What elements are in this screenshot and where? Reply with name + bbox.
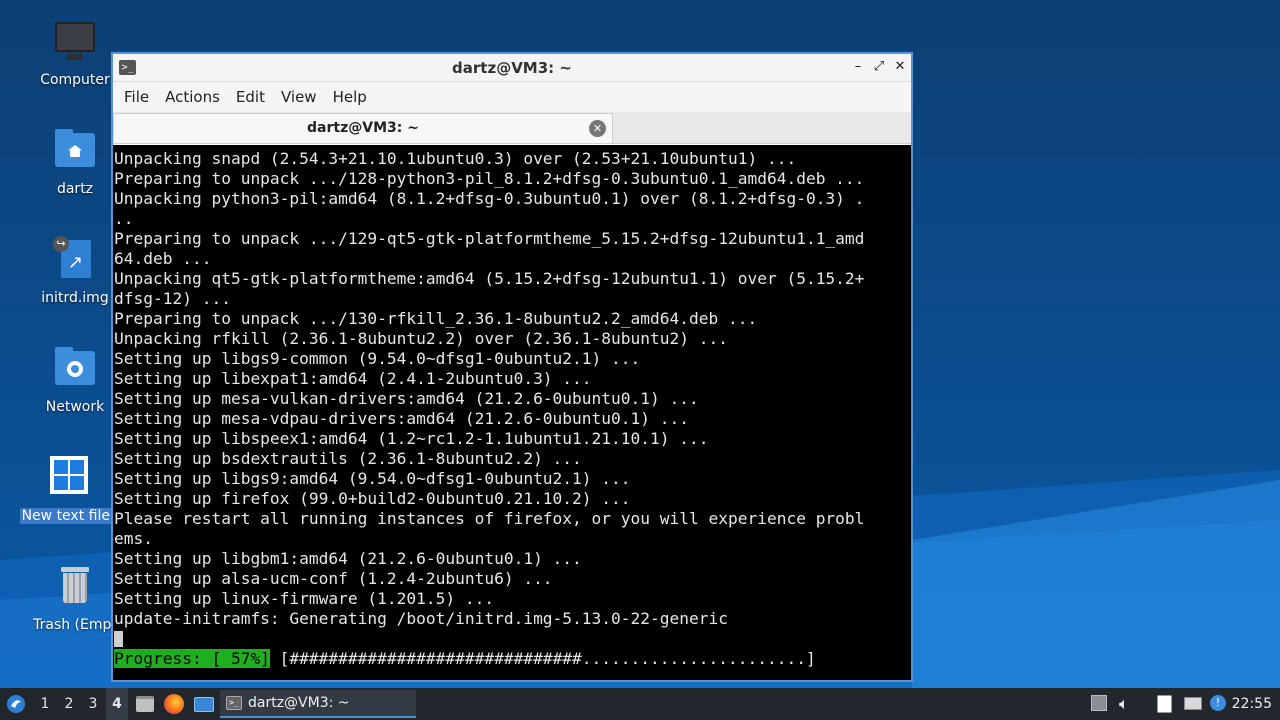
cursor-line [114, 629, 911, 649]
tab-bar: dartz@VM3: ~ ✕ [113, 112, 911, 144]
computer-icon [51, 18, 99, 66]
tab-terminal[interactable]: dartz@VM3: ~ ✕ [113, 113, 613, 143]
progress-bar: [##############################.........… [269, 649, 816, 668]
terminal-line: Setting up mesa-vdpau-drivers:amd64 (21.… [114, 409, 689, 428]
maximize-button[interactable]: ⤢ [870, 58, 888, 76]
menu-help[interactable]: Help [325, 82, 375, 112]
home-folder-icon [51, 127, 99, 175]
clock[interactable]: 22:55 [1232, 688, 1272, 720]
windows-logo-icon [44, 454, 92, 502]
progress-label: Progress: [ 57%] [114, 649, 270, 668]
taskbar: 1 2 3 4 >_ dartz@VM3: ~ 🔈︎ ! 22:55 [0, 688, 1280, 720]
terminal-line: Setting up linux-firmware (1.201.5) ... [114, 589, 495, 608]
close-button[interactable]: ✕ [891, 58, 909, 76]
terminal-window[interactable]: >_ dartz@VM3: ~ – ⤢ ✕ File Actions Edit … [111, 52, 913, 682]
show-desktop-button[interactable] [192, 688, 216, 720]
desktop-icon-label: New text file. [19, 508, 117, 524]
workspace-3[interactable]: 3 [82, 688, 104, 720]
terminal-line: dfsg-12) ... [114, 289, 231, 308]
taskbar-task-terminal[interactable]: >_ dartz@VM3: ~ [220, 690, 416, 718]
terminal-line: Setting up alsa-ucm-conf (1.2.4-2ubuntu6… [114, 569, 553, 588]
tab-label: dartz@VM3: ~ [307, 120, 419, 136]
menu-bar: File Actions Edit View Help [113, 82, 911, 112]
menu-file[interactable]: File [116, 82, 157, 112]
terminal-line: Unpacking rfkill (2.36.1-8ubuntu2.2) ove… [114, 329, 728, 348]
menu-actions[interactable]: Actions [157, 82, 228, 112]
tab-close-icon[interactable]: ✕ [589, 120, 606, 137]
workspace-4[interactable]: 4 [106, 688, 128, 720]
terminal-line: update-initramfs: Generating /boot/initr… [114, 609, 728, 628]
progress-line: Progress: [ 57%] [######################… [114, 649, 911, 669]
terminal-line: Unpacking snapd (2.54.3+21.10.1ubuntu0.3… [114, 149, 797, 168]
firefox-launcher[interactable] [162, 688, 186, 720]
trash-icon [51, 563, 99, 611]
terminal-icon: >_ [226, 696, 242, 710]
terminal-line: Preparing to unpack .../130-rfkill_2.36.… [114, 309, 758, 328]
file-manager-icon [136, 696, 154, 712]
terminal-line: .. [114, 209, 134, 228]
terminal-output[interactable]: Unpacking snapd (2.54.3+21.10.1ubuntu0.3… [113, 145, 911, 680]
desktop-icon-new-text-file[interactable]: New text file. [14, 454, 122, 528]
terminal-line: Setting up firefox (99.0+build2-0ubuntu0… [114, 489, 631, 508]
terminal-line: Setting up bsdextrautils (2.36.1-8ubuntu… [114, 449, 582, 468]
terminal-line: Setting up mesa-vulkan-drivers:amd64 (21… [114, 389, 699, 408]
volume-icon[interactable]: 🔈︎ [1119, 695, 1137, 713]
terminal-line: Setting up libspeex1:amd64 (1.2~rc1.2-1.… [114, 429, 709, 448]
terminal-line: Setting up libgbm1:amd64 (21.2.6-0ubuntu… [114, 549, 582, 568]
text-cursor [114, 631, 123, 647]
terminal-line: 64.deb ... [114, 249, 212, 268]
tray-toggle-icon[interactable] [1091, 695, 1109, 713]
terminal-line: Setting up libexpat1:amd64 (2.4.1-2ubunt… [114, 369, 592, 388]
updates-icon[interactable]: ! [1210, 695, 1228, 713]
firefox-icon [164, 694, 184, 714]
network-folder-icon [51, 345, 99, 393]
start-menu-icon [7, 695, 25, 713]
terminal-line: Unpacking qt5-gtk-platformtheme:amd64 (5… [114, 269, 865, 288]
workspace-1[interactable]: 1 [34, 688, 56, 720]
symlink-file-icon: ↪ ↗ [51, 236, 99, 284]
clipboard-icon[interactable] [1157, 695, 1175, 713]
terminal-line: Unpacking python3-pil:amd64 (8.1.2+dfsg-… [114, 189, 865, 208]
terminal-lines: Unpacking snapd (2.54.3+21.10.1ubuntu0.3… [114, 149, 911, 629]
file-manager-launcher[interactable] [134, 688, 156, 720]
menu-edit[interactable]: Edit [228, 82, 273, 112]
terminal-line: Setting up libgs9:amd64 (9.54.0~dfsg1-0u… [114, 469, 631, 488]
menu-view[interactable]: View [273, 82, 325, 112]
terminal-line: Setting up libgs9-common (9.54.0~dfsg1-0… [114, 349, 641, 368]
start-menu-button[interactable] [4, 688, 28, 720]
terminal-line: Please restart all running instances of … [114, 509, 865, 528]
desktop-icon [194, 697, 214, 712]
network-icon[interactable] [1184, 695, 1202, 713]
terminal-line: ems. [114, 529, 153, 548]
terminal-line: Preparing to unpack .../128-python3-pil_… [114, 169, 865, 188]
minimize-button[interactable]: – [849, 58, 867, 76]
workspace-2[interactable]: 2 [58, 688, 80, 720]
window-title: dartz@VM3: ~ [452, 59, 572, 77]
window-titlebar[interactable]: >_ dartz@VM3: ~ – ⤢ ✕ [113, 54, 911, 82]
task-label: dartz@VM3: ~ [248, 695, 350, 711]
terminal-line: Preparing to unpack .../129-qt5-gtk-plat… [114, 229, 865, 248]
